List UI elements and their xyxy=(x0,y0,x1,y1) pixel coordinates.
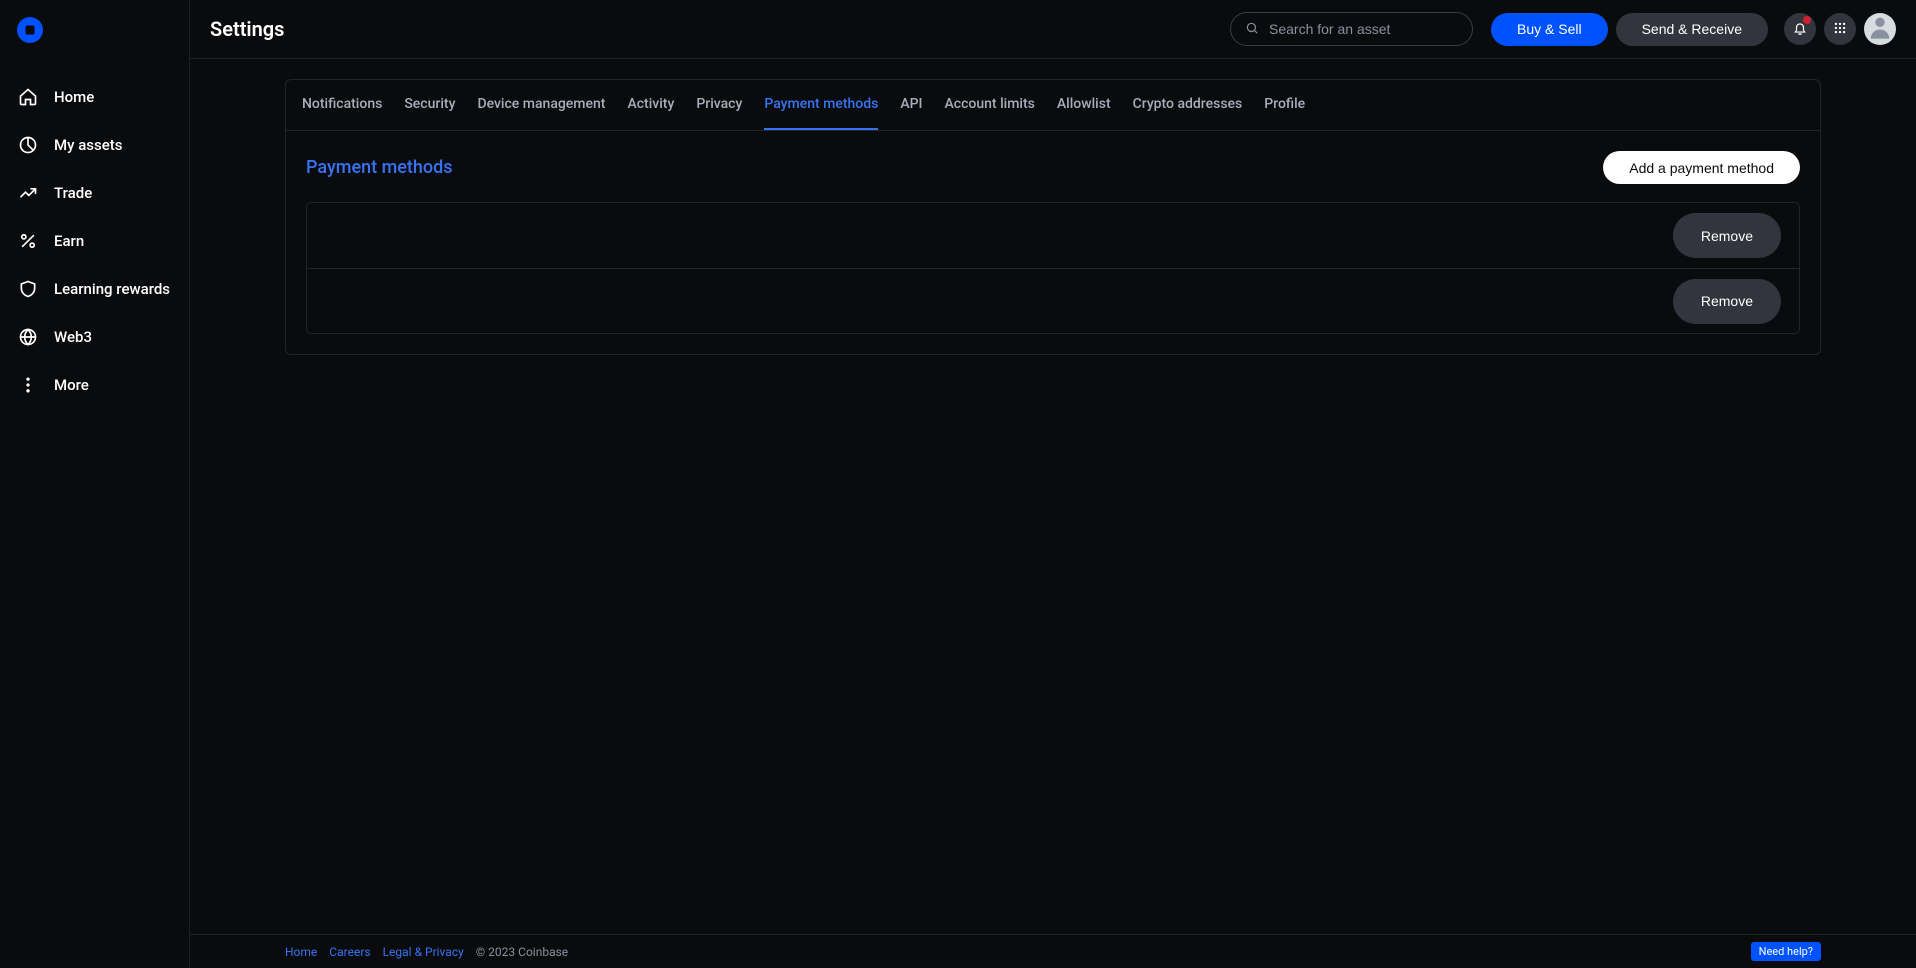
logo-wrap xyxy=(0,0,189,59)
sidebar-item-trade[interactable]: Trade xyxy=(0,169,189,217)
page-title: Settings xyxy=(210,17,284,41)
sidebar-nav: Home My assets Trade Earn Learning rewar xyxy=(0,59,189,409)
notifications-button[interactable] xyxy=(1784,13,1816,45)
sidebar-item-label: Home xyxy=(54,88,94,106)
sidebar-item-label: Learning rewards xyxy=(54,280,170,298)
globe-icon xyxy=(18,327,38,347)
send-receive-button[interactable]: Send & Receive xyxy=(1616,13,1768,46)
tab-crypto-addresses[interactable]: Crypto addresses xyxy=(1133,96,1243,130)
apps-grid-icon xyxy=(1833,20,1847,39)
settings-tabs: Notifications Security Device management… xyxy=(286,80,1820,131)
home-icon xyxy=(18,87,38,107)
percent-icon xyxy=(18,231,38,251)
tab-payment-methods[interactable]: Payment methods xyxy=(764,96,878,130)
sidebar-item-home[interactable]: Home xyxy=(0,73,189,121)
sidebar-item-label: Trade xyxy=(54,184,92,202)
avatar[interactable] xyxy=(1864,13,1896,45)
main-content: Notifications Security Device management… xyxy=(190,59,1916,934)
tab-privacy[interactable]: Privacy xyxy=(696,96,742,130)
sidebar-item-earn[interactable]: Earn xyxy=(0,217,189,265)
footer: Home Careers Legal & Privacy © 2023 Coin… xyxy=(190,934,1916,968)
tab-security[interactable]: Security xyxy=(404,96,455,130)
search-icon xyxy=(1245,20,1259,39)
sidebar-item-label: My assets xyxy=(54,136,122,154)
sidebar-item-more[interactable]: More xyxy=(0,361,189,409)
user-icon xyxy=(1866,13,1894,45)
section-title: Payment methods xyxy=(306,157,453,178)
sidebar-item-label: Web3 xyxy=(54,328,92,346)
settings-card: Notifications Security Device management… xyxy=(285,79,1821,355)
remove-payment-method-button[interactable]: Remove xyxy=(1673,213,1781,258)
payment-methods-list: Remove Remove xyxy=(306,202,1800,334)
payment-method-row: Remove xyxy=(307,268,1799,333)
need-help-button[interactable]: Need help? xyxy=(1751,942,1821,961)
footer-link-legal-privacy[interactable]: Legal & Privacy xyxy=(383,945,464,959)
sidebar-item-web3[interactable]: Web3 xyxy=(0,313,189,361)
remove-payment-method-button[interactable]: Remove xyxy=(1673,279,1781,324)
notification-dot xyxy=(1803,16,1811,24)
add-payment-method-button[interactable]: Add a payment method xyxy=(1603,151,1800,184)
sidebar-item-label: Earn xyxy=(54,232,84,250)
payment-methods-section: Payment methods Add a payment method Rem… xyxy=(286,131,1820,354)
footer-link-home[interactable]: Home xyxy=(285,945,317,959)
section-head: Payment methods Add a payment method xyxy=(306,151,1800,184)
tab-profile[interactable]: Profile xyxy=(1264,96,1305,130)
tab-api[interactable]: API xyxy=(900,96,922,130)
tab-account-limits[interactable]: Account limits xyxy=(945,96,1035,130)
sidebar-item-my-assets[interactable]: My assets xyxy=(0,121,189,169)
footer-link-careers[interactable]: Careers xyxy=(329,945,370,959)
search-wrap[interactable] xyxy=(1230,12,1473,46)
payment-method-row: Remove xyxy=(307,203,1799,268)
footer-copyright: © 2023 Coinbase xyxy=(476,945,568,959)
tab-device-management[interactable]: Device management xyxy=(477,96,605,130)
trade-icon xyxy=(18,183,38,203)
buy-sell-button[interactable]: Buy & Sell xyxy=(1491,13,1608,46)
tab-activity[interactable]: Activity xyxy=(627,96,674,130)
apps-button[interactable] xyxy=(1824,13,1856,45)
more-icon xyxy=(18,375,38,395)
tab-notifications[interactable]: Notifications xyxy=(302,96,382,130)
search-input[interactable] xyxy=(1269,21,1458,37)
pie-chart-icon xyxy=(18,135,38,155)
sidebar-item-label: More xyxy=(54,376,89,394)
sidebar: Home My assets Trade Earn Learning rewar xyxy=(0,0,190,968)
sidebar-item-learning-rewards[interactable]: Learning rewards xyxy=(0,265,189,313)
header: Settings Buy & Sell Send & Receive xyxy=(190,0,1916,59)
shield-icon xyxy=(18,279,38,299)
tab-allowlist[interactable]: Allowlist xyxy=(1057,96,1111,130)
coinbase-logo[interactable] xyxy=(17,17,43,43)
